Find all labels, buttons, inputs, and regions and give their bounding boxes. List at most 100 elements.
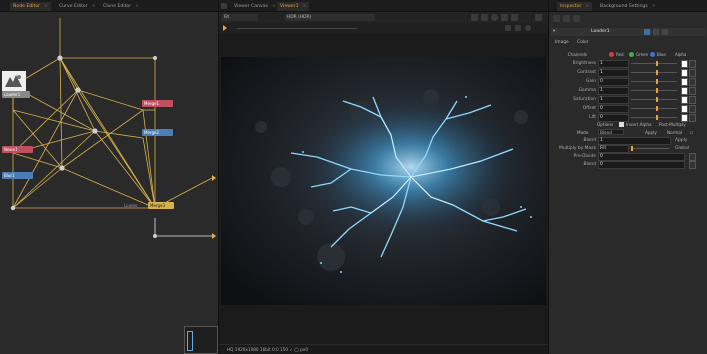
close-icon[interactable]: ×: [652, 4, 656, 9]
fit-dropdown[interactable]: Fit: [222, 14, 258, 21]
reset-icon[interactable]: [689, 105, 696, 113]
value-field[interactable]: 0: [598, 105, 629, 113]
minimap-viewport[interactable]: [187, 331, 193, 351]
blend-value[interactable]: 1: [598, 137, 671, 145]
close-icon[interactable]: ×: [272, 4, 276, 9]
more-icon[interactable]: ▫: [690, 130, 693, 135]
grid-icon[interactable]: [471, 14, 478, 21]
tab-viewer1[interactable]: Viewer1 ×: [277, 2, 310, 11]
node-loader[interactable]: Loader1: [2, 91, 30, 98]
expand-icon[interactable]: ▾: [553, 29, 555, 34]
slider-handle[interactable]: [656, 106, 659, 111]
color-swatch[interactable]: [681, 60, 688, 68]
slider-track[interactable]: [631, 97, 677, 102]
reset-icon[interactable]: [689, 69, 696, 77]
reset-icon[interactable]: [689, 96, 696, 104]
node-merge2[interactable]: Merge2: [142, 129, 173, 136]
slider-track[interactable]: [631, 115, 677, 120]
reset-icon[interactable]: [689, 60, 696, 68]
layout-icon[interactable]: [481, 14, 488, 21]
tab-node-editor[interactable]: Node Editor ×: [10, 2, 51, 11]
blue-channel-toggle[interactable]: [650, 52, 655, 57]
value-field[interactable]: 1: [598, 60, 629, 68]
red-channel-toggle[interactable]: [609, 52, 614, 57]
node-blur[interactable]: Blur1: [2, 172, 33, 179]
multiply-slider[interactable]: [631, 146, 669, 151]
pause-icon[interactable]: [511, 14, 518, 21]
value-field[interactable]: 1: [598, 87, 629, 95]
zoom-icon[interactable]: [515, 25, 521, 31]
slider-track[interactable]: [631, 79, 677, 84]
mode-dropdown[interactable]: Blend: [598, 129, 624, 135]
tool-color-swatch[interactable]: [644, 29, 650, 35]
timeline-slider[interactable]: [237, 28, 357, 29]
close-icon[interactable]: ×: [585, 4, 589, 9]
reset-icon[interactable]: [689, 87, 696, 95]
green-channel-toggle[interactable]: [629, 52, 634, 57]
color-swatch[interactable]: [681, 105, 688, 113]
node-graph-canvas[interactable]: [0, 12, 218, 354]
multiply-right-label[interactable]: Global: [675, 146, 689, 151]
slider-handle[interactable]: [656, 97, 659, 102]
slider-track[interactable]: [631, 106, 677, 111]
close-icon[interactable]: ×: [44, 4, 48, 9]
value-field[interactable]: 1: [598, 96, 629, 104]
reset-icon[interactable]: [662, 29, 668, 35]
blend-right-label[interactable]: Apply: [675, 138, 687, 143]
slider-handle[interactable]: [656, 61, 659, 66]
value-field[interactable]: 1: [598, 69, 629, 77]
post-multiply-label[interactable]: Post-Multiply: [659, 122, 686, 127]
pin-icon[interactable]: [553, 15, 560, 22]
invert-alpha-checkbox[interactable]: [619, 122, 624, 127]
close-icon[interactable]: ×: [135, 4, 139, 9]
render-image[interactable]: [221, 57, 546, 305]
slider-handle[interactable]: [656, 79, 659, 84]
slider-track[interactable]: [631, 70, 677, 75]
more-icon[interactable]: [535, 14, 542, 21]
tab-clone-editor[interactable]: Clone Editor ×: [100, 2, 142, 11]
subtab-color[interactable]: Color: [577, 40, 588, 45]
tab-background-settings[interactable]: Background Settings ×: [597, 2, 659, 11]
color-picker-icon[interactable]: [505, 25, 511, 31]
blend2-value[interactable]: 0: [598, 161, 685, 169]
close-icon[interactable]: ×: [92, 4, 96, 9]
loader-thumbnail[interactable]: [2, 71, 26, 91]
node-merge1[interactable]: Merge1: [142, 100, 173, 107]
slider-track[interactable]: [631, 88, 677, 93]
tab-curve-editor[interactable]: Curve Editor ×: [56, 2, 98, 11]
panel-menu-icon[interactable]: [221, 3, 227, 9]
view-icon[interactable]: [653, 29, 659, 35]
slider-track[interactable]: [631, 61, 677, 66]
tab-viewer-canvas[interactable]: Viewer Canvas ×: [231, 2, 279, 11]
reset-icon[interactable]: [689, 78, 696, 86]
color-swatch[interactable]: [681, 87, 688, 95]
color-swatch[interactable]: [681, 96, 688, 104]
tab-inspector[interactable]: Inspector ×: [557, 2, 593, 11]
reset-icon[interactable]: [689, 161, 696, 169]
settings-icon[interactable]: [525, 25, 531, 31]
value-field[interactable]: 0: [598, 78, 629, 86]
color-swatch[interactable]: [681, 78, 688, 86]
lut-dropdown[interactable]: HDR (HDR): [285, 14, 375, 21]
slider-handle[interactable]: [656, 88, 659, 93]
pre-divide-value[interactable]: 0: [598, 153, 685, 161]
color-swatch[interactable]: [681, 69, 688, 77]
navigator-minimap[interactable]: [184, 326, 218, 354]
slider-handle[interactable]: [656, 115, 659, 120]
lock-icon[interactable]: [501, 14, 508, 21]
reset-icon[interactable]: [689, 153, 696, 161]
play-icon[interactable]: [223, 25, 227, 31]
node-noise[interactable]: Noise1: [2, 146, 33, 153]
slider-handle[interactable]: [656, 70, 659, 75]
lock-icon[interactable]: [563, 15, 570, 22]
alpha-label[interactable]: Alpha: [675, 52, 686, 57]
refresh-icon[interactable]: [491, 14, 498, 21]
subtab-image[interactable]: Image: [555, 40, 569, 45]
node-merge3[interactable]: Merge3: [148, 202, 174, 209]
tool-header[interactable]: ▾ Loader1: [551, 28, 706, 36]
slider-handle[interactable]: [631, 146, 633, 151]
close-icon[interactable]: ×: [303, 4, 307, 9]
multiply-value[interactable]: Fill: [598, 145, 629, 153]
apply-dropdown[interactable]: Normal: [667, 130, 682, 135]
wrench-icon[interactable]: [573, 15, 580, 22]
